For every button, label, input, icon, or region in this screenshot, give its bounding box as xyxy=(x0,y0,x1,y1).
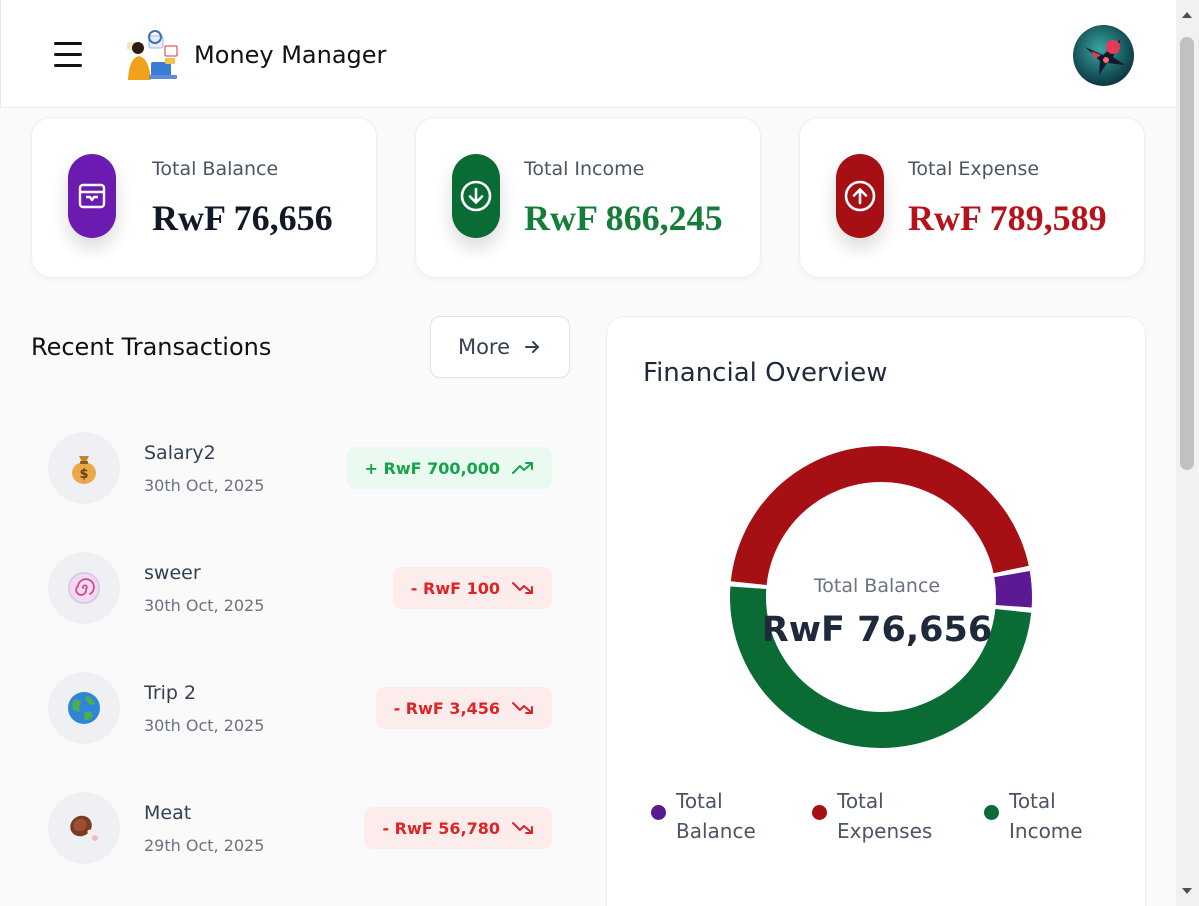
transaction-name: Trip 2 xyxy=(144,682,197,704)
financial-overview-title: Financial Overview xyxy=(643,358,888,388)
total-income-card: Total Income RwF 866,245 xyxy=(415,117,761,278)
scroll-thumb[interactable] xyxy=(1180,37,1194,470)
transaction-date: 30th Oct, 2025 xyxy=(144,716,265,735)
transaction-name: Salary2 xyxy=(144,442,216,464)
legend-label: Total Expenses xyxy=(837,789,933,843)
legend-label: Total Income xyxy=(1009,789,1083,843)
legend-dot xyxy=(651,805,666,820)
transaction-date: 29th Oct, 2025 xyxy=(144,836,265,855)
trending-down-icon xyxy=(512,822,533,834)
donut-center-value: RwF 76,656 xyxy=(761,610,993,650)
arrow-down-circle-icon xyxy=(452,154,500,238)
transaction-amount: - RwF 3,456 xyxy=(393,698,500,718)
transaction-amount: - RwF 56,780 xyxy=(382,818,500,838)
transaction-row[interactable]: Trip 2 30th Oct, 2025 - RwF 3,456 xyxy=(48,672,552,744)
transaction-amount-badge: - RwF 3,456 xyxy=(375,687,552,729)
transaction-row[interactable]: $ Salary2 30th Oct, 2025 + RwF 700,000 xyxy=(48,432,552,504)
trending-up-icon xyxy=(512,462,533,474)
legend-item-expenses: Total Expenses xyxy=(812,786,937,846)
more-button[interactable]: More xyxy=(430,316,570,378)
transaction-row[interactable]: sweer 30th Oct, 2025 - RwF 100 xyxy=(48,552,552,624)
financial-overview-card: Financial Overview Total Balance RwF 76,… xyxy=(606,316,1146,906)
transaction-amount: - RwF 100 xyxy=(410,578,500,598)
transaction-name: Meat xyxy=(144,802,192,824)
money-bag-icon: $ xyxy=(48,432,120,504)
app-title: Money Manager xyxy=(194,41,387,69)
hamburger-menu-icon[interactable] xyxy=(54,41,82,67)
legend-item-balance: Total Balance xyxy=(651,786,776,846)
stat-label: Total Income xyxy=(524,158,645,180)
transaction-name: sweer xyxy=(144,562,201,584)
app-logo-icon xyxy=(125,28,181,82)
donut-chart xyxy=(730,446,1032,748)
transaction-amount-badge: - RwF 56,780 xyxy=(364,807,552,849)
stat-value: RwF 866,245 xyxy=(524,198,723,238)
trending-down-icon xyxy=(512,582,533,594)
scroll-down-arrow-icon[interactable] xyxy=(1182,888,1192,894)
scroll-up-arrow-icon[interactable] xyxy=(1182,12,1192,18)
transaction-amount-badge: + RwF 700,000 xyxy=(346,447,552,489)
transaction-date: 30th Oct, 2025 xyxy=(144,476,265,495)
user-avatar[interactable] xyxy=(1073,25,1134,86)
top-header: Money Manager xyxy=(0,0,1176,108)
stat-label: Total Expense xyxy=(908,158,1040,180)
vertical-scrollbar[interactable] xyxy=(1176,0,1199,906)
recent-transactions-title: Recent Transactions xyxy=(31,333,272,361)
transaction-row[interactable]: Meat 29th Oct, 2025 - RwF 56,780 xyxy=(48,792,552,864)
total-balance-card: Total Balance RwF 76,656 xyxy=(31,117,377,278)
transaction-amount-badge: - RwF 100 xyxy=(392,567,552,609)
wallet-icon xyxy=(68,154,116,238)
total-expense-card: Total Expense RwF 789,589 xyxy=(799,117,1145,278)
meat-icon xyxy=(48,792,120,864)
svg-text:$: $ xyxy=(79,467,88,482)
arrow-right-icon xyxy=(525,341,540,353)
donut-center-label: Total Balance xyxy=(813,575,941,597)
stat-value: RwF 76,656 xyxy=(152,198,333,238)
arrow-up-circle-icon xyxy=(836,154,884,238)
transaction-amount: + RwF 700,000 xyxy=(364,458,500,478)
legend-dot xyxy=(812,805,827,820)
more-button-label: More xyxy=(457,335,511,359)
stat-value: RwF 789,589 xyxy=(908,198,1107,238)
globe-icon xyxy=(48,672,120,744)
legend-item-income: Total Income xyxy=(984,786,1109,846)
stat-label: Total Balance xyxy=(152,158,279,180)
trending-down-icon xyxy=(512,702,533,714)
legend-dot xyxy=(984,805,999,820)
swirl-candy-icon xyxy=(48,552,120,624)
legend-label: Total Balance xyxy=(676,789,756,843)
transaction-date: 30th Oct, 2025 xyxy=(144,596,265,615)
donut-segment-expenses xyxy=(730,446,1029,585)
